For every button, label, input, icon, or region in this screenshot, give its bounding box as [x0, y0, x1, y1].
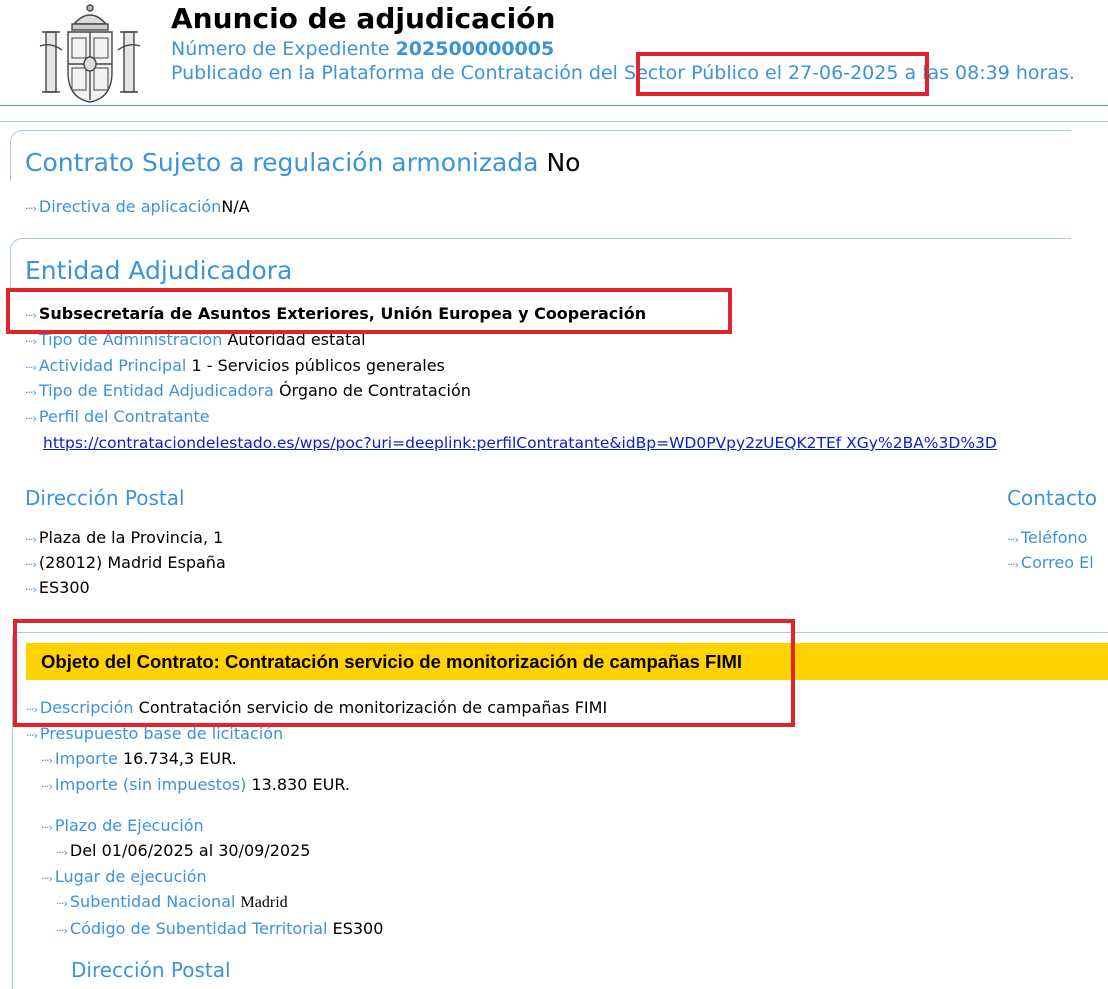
- actividad-row: ···› Actividad Principal 1 - Servicios pú…: [25, 356, 445, 378]
- arrow-icon: ···›: [41, 754, 53, 767]
- plazo-value: Del 01/06/2025 al 30/09/2025: [69, 841, 311, 860]
- direccion-line3-row: ···› ES300: [25, 578, 90, 600]
- page-title: Anuncio de adjudicación: [171, 2, 556, 35]
- correo-row: ···› Correo El: [1007, 553, 1094, 575]
- perfil-link-row: https://contrataciondelestado.es/wps/poc…: [43, 433, 997, 453]
- presupuesto-label: Presupuesto base de licitación: [39, 724, 284, 743]
- actividad-label: Actividad Principal: [38, 356, 187, 375]
- objeto-banner: Objeto del Contrato: Contratación servic…: [26, 643, 1108, 680]
- arrow-icon: ···›: [26, 703, 38, 716]
- objeto-direccion-title: Dirección Postal: [71, 958, 231, 982]
- direccion-line1-row: ···› Plaza de la Provincia, 1: [25, 528, 223, 550]
- header-divider-2: [0, 121, 1108, 122]
- subentidad-label: Subentidad Nacional: [69, 892, 236, 911]
- direccion-line3: ES300: [38, 578, 90, 597]
- objeto-banner-text: Objeto del Contrato: Contratación servic…: [41, 651, 743, 672]
- subentidad-value: Madrid: [240, 894, 288, 911]
- perfil-label: Perfil del Contratante: [38, 407, 210, 426]
- importe-sin-label: Importe (sin impuestos): [54, 775, 247, 794]
- arrow-icon: ···›: [1007, 558, 1019, 571]
- subentidad-row: ···› Subentidad Nacional Madrid: [56, 892, 288, 914]
- tipo-entidad-label: Tipo de Entidad Adjudicadora: [38, 381, 274, 400]
- expediente-number: 202500000005: [395, 38, 555, 60]
- importe-sin-row: ···› Importe (sin impuestos) 13.830 EUR.: [41, 775, 350, 797]
- arrow-icon: ···›: [25, 335, 37, 348]
- codigo-row: ···› Código de Subentidad Territorial ES3…: [56, 919, 383, 941]
- tipo-entidad-value: Órgano de Contratación: [278, 381, 471, 400]
- descripcion-label: Descripción: [39, 698, 134, 717]
- expediente-label: Número de Expediente: [171, 38, 390, 60]
- directiva-value: N/A: [221, 197, 250, 216]
- regulacion-value: No: [546, 148, 581, 177]
- arrow-icon: ···›: [26, 729, 38, 742]
- descripcion-row: ···› Descripción Contratación servicio de…: [26, 698, 607, 720]
- direccion-line1: Plaza de la Provincia, 1: [38, 528, 224, 547]
- importe-value: 16.734,3 EUR.: [122, 749, 237, 768]
- directiva-row: ···› Directiva de aplicaciónN/A: [25, 197, 250, 219]
- arrow-icon: ···›: [41, 821, 53, 834]
- tipo-admin-label: Tipo de Administración: [38, 330, 223, 349]
- entidad-name-row: ···› Subsecretaría de Asuntos Exteriores,…: [25, 304, 646, 326]
- arrow-icon: ···›: [25, 412, 37, 425]
- regulacion-title-text: Contrato Sujeto a regulación armonizada: [25, 148, 539, 177]
- plazo-value-row: ···› Del 01/06/2025 al 30/09/2025: [56, 841, 310, 863]
- regulacion-title: Contrato Sujeto a regulación armonizada …: [25, 148, 580, 178]
- arrow-icon: ···›: [1007, 533, 1019, 546]
- direccion-title: Dirección Postal: [25, 486, 185, 510]
- arrow-icon: ···›: [25, 386, 37, 399]
- contacto-title: Contacto: [1007, 486, 1098, 510]
- descripcion-value: Contratación servicio de monitorización …: [138, 698, 608, 717]
- expediente-line: Número de Expediente 202500000005: [171, 37, 554, 61]
- arrow-icon: ···›: [56, 846, 68, 859]
- plazo-label: Plazo de Ejecución: [54, 816, 204, 835]
- importe-sin-value: 13.830 EUR.: [251, 775, 350, 794]
- importe-row: ···› Importe 16.734,3 EUR.: [41, 749, 237, 771]
- lugar-row: ···› Lugar de ejecución: [41, 867, 207, 889]
- tipo-entidad-row: ···› Tipo de Entidad Adjudicadora Órgano …: [25, 381, 471, 403]
- codigo-label: Código de Subentidad Territorial: [69, 919, 328, 938]
- perfil-contratante-link[interactable]: https://contrataciondelestado.es/wps/poc…: [43, 434, 997, 452]
- lugar-label: Lugar de ejecución: [54, 867, 207, 886]
- perfil-row: ···› Perfil del Contratante: [25, 407, 210, 429]
- arrow-icon: ···›: [25, 309, 37, 322]
- telefono-label: Teléfono: [1020, 528, 1088, 547]
- arrow-icon: ···›: [56, 924, 68, 937]
- arrow-icon: ···›: [25, 361, 37, 374]
- direccion-line2-row: ···› (28012) Madrid España: [25, 553, 226, 575]
- presupuesto-row: ···› Presupuesto base de licitación: [26, 724, 283, 746]
- header-divider: [0, 105, 1108, 106]
- entidad-name: Subsecretaría de Asuntos Exteriores, Uni…: [38, 304, 647, 323]
- published-line: Publicado en la Plataforma de Contrataci…: [171, 62, 1075, 84]
- arrow-icon: ···›: [25, 202, 37, 215]
- correo-label: Correo El: [1020, 553, 1094, 572]
- directiva-label: Directiva de aplicación: [38, 197, 222, 216]
- arrow-icon: ···›: [41, 780, 53, 793]
- entidad-title: Entidad Adjudicadora: [25, 256, 293, 285]
- telefono-row: ···› Teléfono: [1007, 528, 1087, 550]
- direccion-line2: (28012) Madrid España: [38, 553, 226, 572]
- arrow-icon: ···›: [56, 897, 68, 910]
- plazo-row: ···› Plazo de Ejecución: [41, 816, 204, 838]
- arrow-icon: ···›: [25, 583, 37, 596]
- importe-label: Importe: [54, 749, 118, 768]
- arrow-icon: ···›: [25, 533, 37, 546]
- actividad-value: 1 - Servicios públicos generales: [191, 356, 445, 375]
- tipo-admin-row: ···› Tipo de Administración Autoridad est…: [25, 330, 366, 352]
- arrow-icon: ···›: [25, 558, 37, 571]
- tipo-admin-value: Autoridad estatal: [227, 330, 366, 349]
- coat-of-arms-logo: [39, 4, 141, 103]
- arrow-icon: ···›: [41, 872, 53, 885]
- codigo-value: ES300: [332, 919, 384, 938]
